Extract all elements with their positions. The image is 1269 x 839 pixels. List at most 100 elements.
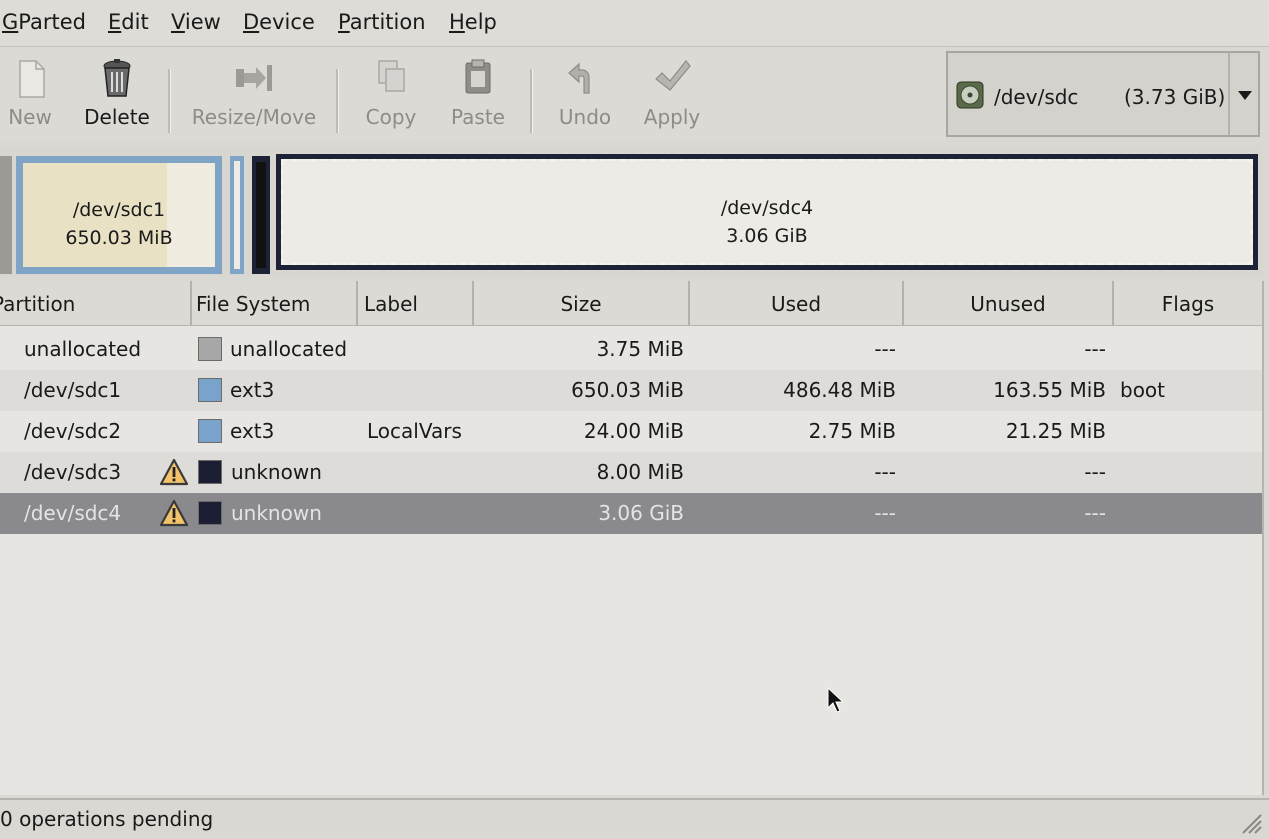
disk-segment-sdc1-size: 650.03 MiB xyxy=(65,227,173,249)
disk-segment-sdc2-body xyxy=(234,161,240,269)
disk-segment-sdc3-body xyxy=(256,162,266,268)
cell-partition: /dev/sdc1 xyxy=(24,378,122,402)
disk-segment-unallocated[interactable] xyxy=(0,156,12,274)
column-header-flags[interactable]: Flags xyxy=(1114,281,1262,325)
disk-segment-sdc4-body: /dev/sdc4 3.06 GiB xyxy=(281,159,1253,265)
menu-partition-mnemonic: P xyxy=(338,10,350,34)
menu-edit[interactable]: Edit xyxy=(108,10,149,34)
cell-filesystem: unknown xyxy=(231,460,322,484)
disk-segment-sdc3[interactable] xyxy=(252,156,270,274)
new-button[interactable]: New xyxy=(4,57,56,137)
toolbar-separator xyxy=(336,69,339,133)
cell-unused: --- xyxy=(1084,337,1106,361)
undo-arrow-icon xyxy=(568,62,590,94)
copy-icon xyxy=(378,60,405,92)
table-row[interactable]: unallocated unallocated 3.75 MiB --- --- xyxy=(0,329,1262,370)
device-selector[interactable]: /dev/sdc (3.73 GiB) xyxy=(946,51,1260,137)
column-header-label: Unused xyxy=(970,292,1046,316)
filesystem-color-swatch xyxy=(198,501,222,525)
disk-map: /dev/sdc1 650.03 MiB /dev/sdc4 3.06 GiB xyxy=(0,146,1262,276)
chevron-down-icon xyxy=(1238,91,1252,100)
menu-view-label: iew xyxy=(184,10,221,34)
cell-label: LocalVars xyxy=(367,419,462,443)
column-header-label: Flags xyxy=(1161,292,1215,316)
menu-help[interactable]: Help xyxy=(449,10,497,34)
cell-size: 3.06 GiB xyxy=(598,501,684,525)
disk-segment-sdc1[interactable]: /dev/sdc1 650.03 MiB xyxy=(16,156,222,274)
menu-device-mnemonic: D xyxy=(243,10,260,34)
table-row[interactable]: /dev/sdc3 unknown 8.00 MiB --- --- xyxy=(0,452,1262,493)
table-row[interactable]: /dev/sdc2 ext3 LocalVars 24.00 MiB 2.75 … xyxy=(0,411,1262,452)
device-dropdown-toggle[interactable] xyxy=(1228,53,1260,135)
resize-move-button[interactable]: Resize/Move xyxy=(188,57,320,137)
trash-icon xyxy=(103,59,131,97)
table-row[interactable]: /dev/sdc1 ext3 650.03 MiB 486.48 MiB 163… xyxy=(0,370,1262,411)
new-document-icon xyxy=(19,60,45,98)
cell-used: --- xyxy=(874,501,896,525)
cell-filesystem: ext3 xyxy=(230,419,275,443)
menu-device-label: evice xyxy=(259,10,315,34)
filesystem-color-swatch xyxy=(198,337,222,361)
cell-filesystem: unallocated xyxy=(230,337,348,361)
column-header-label: Partition xyxy=(0,292,76,316)
delete-button[interactable]: Delete xyxy=(80,57,154,137)
delete-label: Delete xyxy=(84,105,150,129)
menu-partition[interactable]: Partition xyxy=(338,10,426,34)
menu-help-label: elp xyxy=(464,10,497,34)
cell-used: 2.75 MiB xyxy=(808,419,896,443)
column-header-label: File System xyxy=(196,292,311,316)
column-header-label[interactable]: Label xyxy=(358,281,474,325)
menu-view-mnemonic: V xyxy=(171,10,185,34)
column-header-label: Used xyxy=(770,292,822,316)
cell-size: 24.00 MiB xyxy=(583,419,684,443)
column-header-partition[interactable]: Partition xyxy=(0,281,192,325)
menu-view[interactable]: View xyxy=(171,10,221,34)
apply-button[interactable]: Apply xyxy=(640,57,704,137)
column-header-label: Size xyxy=(560,292,602,316)
toolbar-separator xyxy=(530,69,533,133)
paste-button[interactable]: Paste xyxy=(446,57,510,137)
table-row-selected[interactable]: /dev/sdc4 unknown 3.06 GiB --- --- xyxy=(0,493,1262,534)
column-header-size[interactable]: Size xyxy=(474,281,690,325)
menubar: GParted Edit View Device Partition Help xyxy=(0,0,1269,47)
column-header-file-system[interactable]: File System xyxy=(192,281,358,325)
cell-unused: --- xyxy=(1084,460,1106,484)
toolbar-separator xyxy=(168,69,171,133)
copy-button[interactable]: Copy xyxy=(362,57,420,137)
menu-gparted[interactable]: GParted xyxy=(2,10,86,34)
resize-arrows-icon xyxy=(236,65,272,91)
filesystem-color-swatch xyxy=(198,460,222,484)
resize-move-label: Resize/Move xyxy=(191,105,317,129)
partition-table: Partition File System Label Size Used Un… xyxy=(0,281,1264,795)
column-header-used[interactable]: Used xyxy=(690,281,904,325)
warning-icon xyxy=(159,458,189,486)
cell-filesystem: unknown xyxy=(231,501,322,525)
apply-checkmark-icon xyxy=(655,60,691,91)
cell-size: 650.03 MiB xyxy=(571,378,684,402)
paste-label: Paste xyxy=(451,105,505,129)
cell-unused: --- xyxy=(1084,501,1106,525)
cell-used: 486.48 MiB xyxy=(783,378,896,402)
disk-segment-sdc1-name: /dev/sdc1 xyxy=(72,199,166,221)
disk-segment-sdc4[interactable]: /dev/sdc4 3.06 GiB xyxy=(276,154,1258,270)
device-size: (3.73 GiB) xyxy=(1124,85,1226,109)
copy-label: Copy xyxy=(365,105,417,129)
undo-button[interactable]: Undo xyxy=(554,57,616,137)
disk-segment-sdc4-name: /dev/sdc4 xyxy=(720,197,814,219)
cell-partition: /dev/sdc3 xyxy=(24,460,122,484)
cell-unused: 21.25 MiB xyxy=(1005,419,1106,443)
disk-segment-sdc2[interactable] xyxy=(230,156,244,274)
device-name: /dev/sdc xyxy=(994,85,1079,109)
menu-edit-mnemonic: E xyxy=(108,10,122,34)
new-label: New xyxy=(8,105,52,129)
resize-grip-icon[interactable] xyxy=(1237,809,1263,835)
menu-edit-label: dit xyxy=(121,10,149,34)
filesystem-color-swatch xyxy=(198,378,222,402)
menu-device[interactable]: Device xyxy=(243,10,315,34)
cell-used: --- xyxy=(874,337,896,361)
cell-size: 8.00 MiB xyxy=(596,460,684,484)
paste-clipboard-icon xyxy=(465,59,491,94)
column-header-unused[interactable]: Unused xyxy=(904,281,1114,325)
apply-label: Apply xyxy=(643,105,701,129)
toolbar: New Delete Resize/Move Copy Paste Undo A… xyxy=(0,47,945,141)
